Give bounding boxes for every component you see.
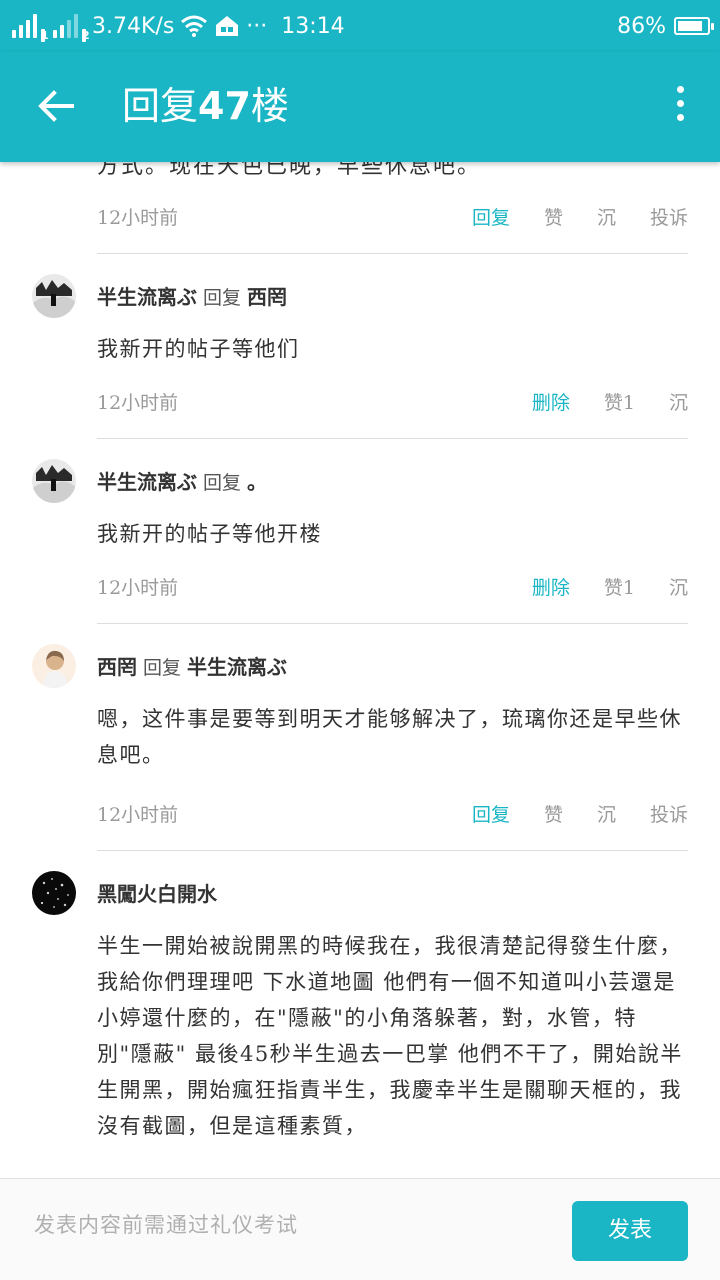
comment-header: 半生流离ぶ 回复。 (97, 467, 267, 498)
send-button[interactable]: 发表 (572, 1201, 688, 1261)
comment-meta-row: 12小时前 删除 赞1 沉 (97, 571, 688, 601)
title-suffix: 楼 (250, 84, 289, 128)
reply-target[interactable]: 。 (247, 470, 267, 494)
status-left: 1 2 3.74K/s ··· 13:14 (12, 10, 345, 42)
comment-body: 我新开的帖子等他们 (97, 337, 300, 361)
comment-time: 12小时前 (97, 206, 179, 229)
like-button[interactable]: 赞1 (604, 388, 635, 415)
partial-comment-text: 方式。现在天色已晚，早些休息吧。 (97, 162, 482, 179)
more-options-icon[interactable] (672, 86, 688, 126)
home-app-icon (216, 16, 239, 36)
reply-target[interactable]: 半生流离ぶ (187, 655, 287, 679)
reply-input[interactable]: 发表内容前需通过礼仪考试 (34, 1203, 534, 1247)
comment-time: 12小时前 (97, 576, 179, 599)
like-button[interactable]: 赞 (544, 203, 563, 230)
sink-button[interactable]: 沉 (597, 203, 616, 230)
comment-actions: 回复 赞 沉 投诉 (472, 203, 688, 230)
comment-actions: 删除 赞1 沉 (532, 573, 688, 600)
comment-body: 半生一開始被說開黑的時候我在，我很清楚記得發生什麼，我給你們理理吧 下水道地圖 … (97, 934, 683, 1138)
app-bar: 回复47楼 (0, 52, 720, 162)
reply-button[interactable]: 回复 (472, 800, 510, 827)
divider (97, 850, 688, 851)
avatar[interactable] (32, 274, 76, 318)
notification-dots: ··· (246, 13, 268, 39)
reply-target[interactable]: 西罔 (247, 285, 287, 309)
divider (97, 253, 688, 254)
sim1-label: 1 (41, 29, 49, 42)
partial-meta-row: 12小时前 回复 赞 沉 投诉 (97, 201, 688, 231)
status-bar: 1 2 3.74K/s ··· 13:14 86% (0, 0, 720, 52)
comment-header: 西罔 回复 半生流离ぶ (97, 652, 287, 683)
comment-meta-row: 12小时前 删除 赞1 沉 (97, 386, 688, 416)
signal-sim2-icon: 2 (53, 14, 90, 42)
divider (97, 438, 688, 439)
avatar[interactable] (32, 871, 76, 915)
comment-body: 我新开的帖子等他开楼 (97, 522, 322, 546)
battery-percent: 86% (617, 13, 666, 39)
status-right: 86% (617, 10, 714, 42)
compose-bar: 发表内容前需通过礼仪考试 发表 (0, 1178, 720, 1280)
avatar[interactable] (32, 459, 76, 503)
delete-button[interactable]: 删除 (532, 573, 570, 600)
comment-header: 黑闖火白開水 (97, 879, 217, 909)
comment-time: 12小时前 (97, 803, 179, 826)
comment-header: 半生流离ぶ 回复 西罔 (97, 282, 287, 313)
comment-actions: 回复 赞 沉 投诉 (472, 800, 688, 827)
page-title: 回复47楼 (122, 80, 289, 132)
like-button[interactable]: 赞1 (604, 573, 635, 600)
wifi-icon (181, 15, 208, 37)
battery-icon (674, 17, 714, 35)
reply-button[interactable]: 回复 (472, 203, 510, 230)
reply-word: 回复 (203, 287, 242, 309)
avatar[interactable] (32, 644, 76, 688)
divider (97, 623, 688, 624)
back-arrow-icon[interactable] (32, 82, 80, 130)
comment-actions: 删除 赞1 沉 (532, 388, 688, 415)
reply-word: 回复 (203, 472, 242, 494)
author-name[interactable]: 半生流离ぶ (97, 285, 197, 309)
sink-button[interactable]: 沉 (669, 573, 688, 600)
reply-word: 回复 (143, 657, 182, 679)
reply-list: 方式。现在天色已晚，早些休息吧。 12小时前 回复 赞 沉 投诉 半生流离ぶ 回复… (0, 162, 720, 1178)
delete-button[interactable]: 删除 (532, 388, 570, 415)
author-name[interactable]: 半生流离ぶ (97, 470, 197, 494)
sink-button[interactable]: 沉 (669, 388, 688, 415)
clock: 13:14 (281, 13, 345, 39)
network-speed: 3.74K/s (92, 13, 175, 39)
comment-time: 12小时前 (97, 391, 179, 414)
sink-button[interactable]: 沉 (597, 800, 616, 827)
battery-fill (678, 21, 703, 31)
signal-sim1-icon: 1 (12, 14, 49, 42)
sim2-label: 2 (82, 29, 90, 42)
like-button[interactable]: 赞 (544, 800, 563, 827)
comment-body: 嗯，这件事是要等到明天才能够解决了，琉璃你还是早些休息吧。 (97, 707, 682, 767)
author-name[interactable]: 黑闖火白開水 (97, 882, 217, 906)
comment-meta-row: 12小时前 回复 赞 沉 投诉 (97, 798, 688, 828)
report-button[interactable]: 投诉 (650, 800, 688, 827)
report-button[interactable]: 投诉 (650, 203, 688, 230)
title-prefix: 回复 (122, 84, 199, 128)
title-floor-number: 47 (198, 84, 251, 128)
author-name[interactable]: 西罔 (97, 655, 137, 679)
